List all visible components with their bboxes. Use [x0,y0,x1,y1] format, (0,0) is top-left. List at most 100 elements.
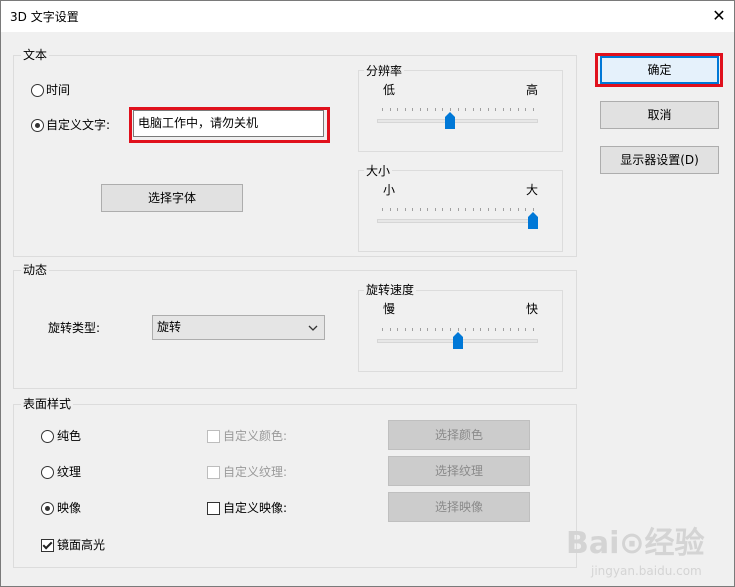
dialog-window: 3D 文字设置 ✕ 文本 时间 自定义文字: 电脑工作中，请勿关机 选择字体 分… [0,0,735,587]
slider-tick [458,328,459,331]
slider-tick [488,108,489,111]
slider-tick [503,108,504,111]
speed-min-label: 慢 [383,302,396,316]
slider-tick [420,108,421,111]
size-min-label: 小 [383,183,396,197]
speed-label: 旋转速度 [364,283,417,297]
custom-reflection-checkbox[interactable] [207,502,220,515]
slider-tick [480,328,481,331]
slider-tick [412,328,413,331]
slider-tick [495,208,496,211]
custom-color-checkbox[interactable] [207,430,220,443]
custom-texture-checkbox[interactable] [207,466,220,479]
speed-slider[interactable] [377,321,538,353]
resolution-min-label: 低 [383,83,396,97]
choose-reflection-button[interactable]: 选择映像 [388,492,530,522]
solid-radio-label: 纯色 [57,429,82,443]
ok-button[interactable]: 确定 [600,56,719,84]
slider-thumb[interactable] [453,332,463,349]
slider-tick [442,328,443,331]
slider-tick [390,328,391,331]
texture-radio[interactable] [41,466,54,479]
slider-tick [525,328,526,331]
surface-group-label: 表面样式 [21,397,74,411]
solid-radio[interactable] [41,430,54,443]
slider-tick [397,108,398,111]
custom-text-input[interactable]: 电脑工作中，请勿关机 [133,110,324,137]
slider-tick [473,208,474,211]
choose-font-button[interactable]: 选择字体 [101,184,243,212]
time-radio[interactable] [31,84,44,97]
slider-tick [495,108,496,111]
custom-reflection-label: 自定义映像: [223,501,288,515]
slider-tick [405,108,406,111]
slider-tick [525,108,526,111]
rotation-type-select[interactable]: 旋转 [152,315,325,340]
size-slider[interactable] [377,201,538,233]
slider-tick [510,208,511,211]
custom-text-radio-label: 自定义文字: [46,118,111,132]
texture-radio-label: 纹理 [57,465,82,479]
window-title: 3D 文字设置 [10,10,79,24]
rotation-type-value: 旋转 [157,320,182,334]
slider-tick [533,208,534,211]
slider-thumb[interactable] [528,212,538,229]
slider-thumb[interactable] [445,112,455,129]
slider-tick [390,208,391,211]
display-settings-button[interactable]: 显示器设置(D) [600,146,719,174]
choose-texture-button[interactable]: 选择纹理 [388,456,530,486]
text-group-label: 文本 [21,48,50,62]
specular-checkbox[interactable] [41,539,54,552]
slider-tick [465,108,466,111]
slider-tick [442,208,443,211]
slider-tick [510,328,511,331]
slider-tick [533,108,534,111]
slider-tick [518,108,519,111]
slider-tick [465,328,466,331]
custom-text-value: 电脑工作中，请勿关机 [138,116,259,130]
slider-tick [442,108,443,111]
custom-text-radio[interactable] [31,119,44,132]
cancel-button[interactable]: 取消 [600,101,719,129]
slider-tick [480,208,481,211]
slider-tick [473,328,474,331]
slider-track [377,119,538,123]
close-icon[interactable]: ✕ [707,4,731,28]
title-bar: 3D 文字设置 ✕ [1,1,734,32]
slider-tick [397,208,398,211]
slider-tick [518,208,519,211]
resolution-slider[interactable] [377,101,538,133]
slider-tick [480,108,481,111]
size-max-label: 大 [526,183,539,197]
slider-tick [473,108,474,111]
slider-tick [458,108,459,111]
slider-tick [458,208,459,211]
resolution-label: 分辨率 [364,64,405,78]
slider-tick [420,328,421,331]
custom-color-label: 自定义颜色: [223,429,288,443]
slider-tick [533,328,534,331]
resolution-max-label: 高 [526,83,539,97]
choose-color-button[interactable]: 选择颜色 [388,420,530,450]
slider-tick [435,328,436,331]
slider-tick [420,208,421,211]
slider-tick [450,208,451,211]
slider-tick [450,108,451,111]
slider-tick [412,108,413,111]
reflection-radio-label: 映像 [57,501,82,515]
slider-tick [397,328,398,331]
reflection-radio[interactable] [41,502,54,515]
slider-tick [427,208,428,211]
slider-tick [510,108,511,111]
slider-tick [427,108,428,111]
slider-tick [382,328,383,331]
speed-max-label: 快 [526,302,539,316]
slider-tick [382,208,383,211]
chevron-down-icon [308,325,318,331]
watermark-logo: Bai⊙经验 [566,526,705,561]
slider-tick [435,208,436,211]
size-label: 大小 [364,164,393,178]
slider-tick [435,108,436,111]
specular-label: 镜面高光 [57,538,106,552]
slider-tick [405,328,406,331]
